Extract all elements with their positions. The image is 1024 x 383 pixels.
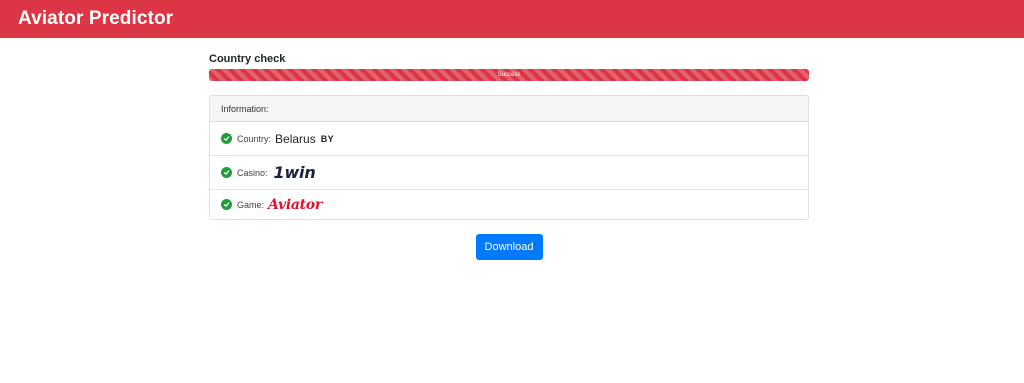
download-button[interactable]: Download xyxy=(475,234,543,260)
country-label: Country: xyxy=(237,133,272,144)
country-code: BY xyxy=(320,133,335,144)
country-row: Country: Belarus BY xyxy=(210,122,808,156)
main-container: Country check Success Information: Count… xyxy=(209,38,809,260)
progress-bar-fill: Success xyxy=(209,69,809,81)
1win-logo: 1win xyxy=(273,163,316,182)
country-value: Belarus xyxy=(275,131,316,146)
casino-label: Casino: xyxy=(237,167,268,178)
aviator-logo: Aviator xyxy=(268,196,322,213)
check-circle-icon xyxy=(221,133,232,144)
top-navbar: Aviator Predictor xyxy=(0,0,1024,38)
country-check-title: Country check xyxy=(209,53,286,65)
information-card: Information: Country: Belarus BY Casino:… xyxy=(209,95,809,220)
information-card-header: Information: xyxy=(210,96,808,122)
casino-row: Casino: 1win xyxy=(210,156,808,190)
country-check-progress: Success xyxy=(209,69,809,81)
progress-label: Success xyxy=(497,72,521,78)
download-button-wrap: Download xyxy=(209,234,809,260)
check-circle-icon xyxy=(221,167,232,178)
game-label: Game: xyxy=(237,199,265,210)
game-row: Game: Aviator xyxy=(210,190,808,219)
check-circle-icon xyxy=(221,199,232,210)
app-title[interactable]: Aviator Predictor xyxy=(18,8,173,30)
information-heading: Information: xyxy=(221,103,269,114)
